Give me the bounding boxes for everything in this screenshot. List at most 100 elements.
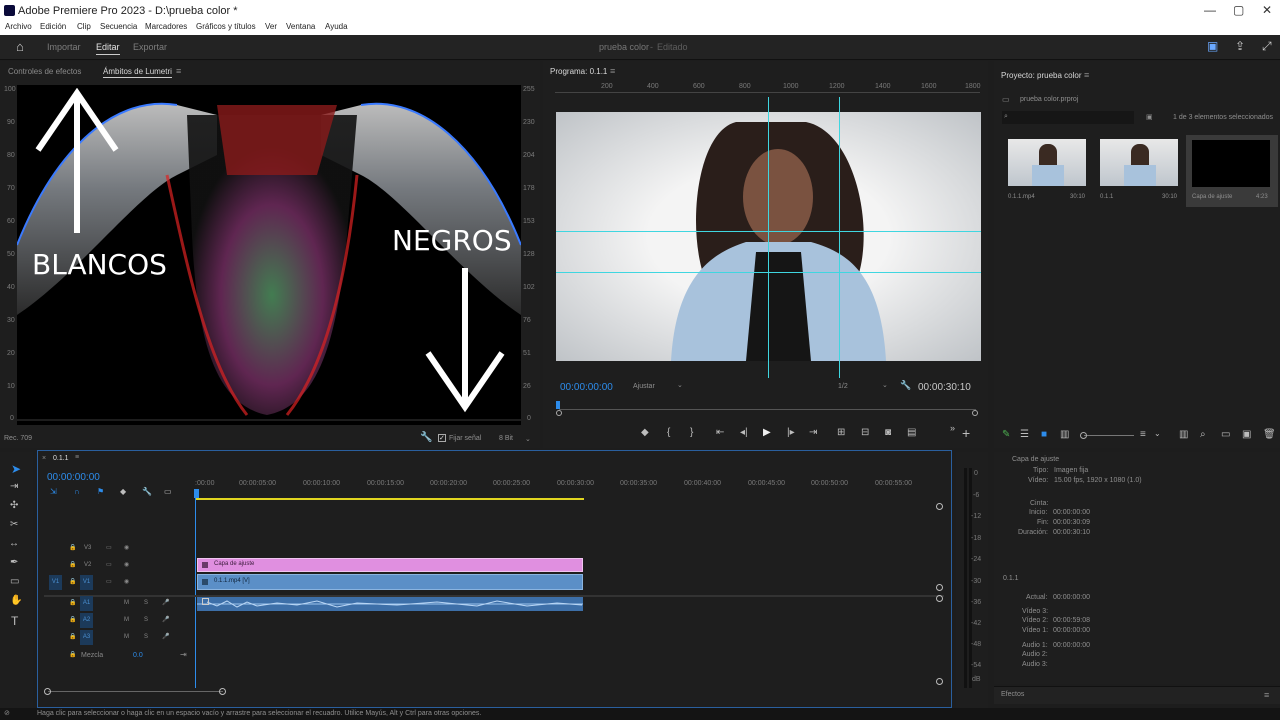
compare-icon[interactable]: ▤: [907, 427, 916, 438]
scroll-handle[interactable]: [936, 678, 943, 685]
mute-button[interactable]: M: [124, 600, 129, 606]
effects-tab[interactable]: Efectos: [1001, 691, 1024, 698]
solo-button[interactable]: S: [144, 617, 148, 623]
linked-selection-icon[interactable]: ⚑: [97, 487, 104, 496]
add-marker-icon[interactable]: ◆: [641, 427, 649, 438]
track-target-a2[interactable]: A2: [80, 613, 93, 628]
share-icon[interactable]: ⇪: [1235, 39, 1245, 53]
clip-video[interactable]: 0.1.1.mp4 [V]: [197, 574, 583, 590]
wrench-icon[interactable]: 🔧: [420, 432, 432, 443]
clip-adjustment-layer[interactable]: Capa de ajuste: [197, 558, 583, 572]
zoom-slider-handle[interactable]: [1080, 432, 1087, 439]
trash-icon[interactable]: 🗑: [1263, 429, 1276, 440]
vertical-guide[interactable]: [768, 112, 769, 361]
panel-menu-icon[interactable]: ≡: [176, 66, 181, 76]
menu-marcadores[interactable]: Marcadores: [145, 22, 187, 31]
clip-audio[interactable]: [197, 597, 583, 611]
ripple-edit-tool-icon[interactable]: ✣: [10, 500, 18, 511]
track-target-a3[interactable]: A3: [80, 630, 93, 645]
go-to-out-icon[interactable]: ⇥: [809, 427, 817, 438]
zoom-slider[interactable]: [1084, 435, 1134, 436]
minimize-button[interactable]: —: [1204, 3, 1216, 17]
timeline-playhead-line[interactable]: [195, 498, 196, 688]
close-sequence-icon[interactable]: ×: [42, 455, 46, 462]
menu-archivo[interactable]: Archivo: [5, 22, 32, 31]
camera-icon[interactable]: ◙: [885, 427, 891, 438]
automate-icon[interactable]: ▥: [1179, 429, 1188, 440]
scroll-handle-left[interactable]: [44, 688, 51, 695]
vertical-guide-2[interactable]: [839, 97, 840, 378]
icon-view-icon[interactable]: ■: [1041, 429, 1047, 440]
menu-ver[interactable]: Ver: [265, 22, 277, 31]
timeline-playhead-handle[interactable]: [194, 489, 199, 498]
resolution-select[interactable]: 1/2: [838, 383, 848, 390]
menu-ventana[interactable]: Ventana: [286, 22, 315, 31]
work-area-bar[interactable]: [196, 498, 584, 500]
chevron-down-icon[interactable]: ⌄: [677, 381, 683, 389]
project-menu-icon[interactable]: ≡: [1084, 70, 1089, 80]
tab-editar[interactable]: Editar: [96, 42, 120, 55]
mute-button[interactable]: M: [124, 617, 129, 623]
eye-icon[interactable]: ◉: [124, 544, 129, 551]
scroll-handle-right[interactable]: [972, 410, 978, 416]
menu-secuencia[interactable]: Secuencia: [100, 22, 137, 31]
snap-icon[interactable]: ∩: [74, 487, 80, 496]
sync-icon[interactable]: ▭: [106, 578, 112, 585]
tab-effect-controls[interactable]: Controles de efectos: [8, 67, 81, 76]
sync-icon[interactable]: ▭: [106, 561, 112, 568]
lock-signal-checkbox[interactable]: ✓: [438, 434, 446, 442]
lock-icon[interactable]: 🔒: [69, 561, 76, 568]
chevron-down-icon[interactable]: ⌄: [525, 435, 531, 443]
tab-exportar[interactable]: Exportar: [133, 42, 167, 52]
source-patch-v1[interactable]: V1: [49, 575, 62, 590]
track-target-v1[interactable]: V1: [80, 575, 93, 590]
list-view-icon[interactable]: ☰: [1020, 429, 1029, 440]
project-item-thumb[interactable]: [1008, 139, 1086, 186]
maximize-button[interactable]: ▢: [1233, 3, 1244, 17]
mute-button[interactable]: M: [124, 634, 129, 640]
find-icon[interactable]: ⌕: [1200, 429, 1206, 440]
program-timecode[interactable]: 00:00:00:00: [560, 382, 613, 393]
scroll-handle-left[interactable]: [556, 410, 562, 416]
effects-panel-header[interactable]: Efectos ≡: [994, 686, 1280, 704]
timeline-zoom-scrollbar[interactable]: [48, 691, 223, 692]
menu-edicion[interactable]: Edición: [40, 22, 66, 31]
home-icon[interactable]: ⌂: [16, 39, 24, 54]
slip-tool-icon[interactable]: ↔: [9, 538, 19, 549]
new-bin-icon[interactable]: ▣: [1146, 113, 1153, 121]
project-item-thumb[interactable]: [1100, 139, 1178, 186]
track-select-tool-icon[interactable]: ⇥: [10, 481, 18, 492]
rectangle-tool-icon[interactable]: ▭: [10, 576, 19, 587]
go-to-end-icon[interactable]: ⇥: [180, 650, 187, 659]
menu-graficos[interactable]: Gráficos y títulos: [196, 22, 256, 31]
tab-lumetri-scopes[interactable]: Ámbitos de Lumetri: [103, 67, 172, 78]
mic-icon[interactable]: 🎤: [162, 633, 169, 640]
timeline-timecode[interactable]: 00:00:00:00: [47, 472, 100, 483]
solo-button[interactable]: S: [144, 634, 148, 640]
pen-tool-icon[interactable]: ✒: [10, 557, 18, 568]
timeline-ruler[interactable]: :00:00 00:00:05:00 00:00:10:00 00:00:15:…: [195, 478, 940, 492]
fullscreen-icon[interactable]: ⤢: [1262, 39, 1272, 54]
chevron-down-icon[interactable]: ⌄: [882, 381, 888, 389]
solo-button[interactable]: S: [144, 600, 148, 606]
step-forward-icon[interactable]: |▸: [787, 427, 795, 438]
new-item-icon[interactable]: ▣: [1242, 429, 1251, 440]
sequence-menu-icon[interactable]: ≡: [75, 454, 79, 461]
scroll-handle-right[interactable]: [219, 688, 226, 695]
hand-tool-icon[interactable]: ✋: [10, 595, 22, 606]
overflow-icon[interactable]: »: [950, 423, 955, 433]
fit-select[interactable]: Ajustar: [633, 383, 655, 390]
type-tool-icon[interactable]: T: [11, 614, 18, 628]
project-search-input[interactable]: ⌕: [1002, 111, 1134, 124]
pencil-icon[interactable]: ✎: [1002, 429, 1010, 440]
sort-icon[interactable]: ≡: [1140, 429, 1146, 440]
bin-icon[interactable]: ▭: [1221, 429, 1230, 440]
lift-icon[interactable]: ⊞: [837, 427, 845, 438]
lock-icon[interactable]: 🔒: [69, 633, 76, 640]
project-item-selected[interactable]: Capa de ajuste 4:23: [1186, 135, 1278, 207]
lock-icon[interactable]: 🔒: [69, 578, 76, 585]
wrench-icon[interactable]: 🔧: [142, 487, 152, 496]
eye-icon[interactable]: ◉: [124, 578, 129, 585]
eye-icon[interactable]: ◉: [124, 561, 129, 568]
program-playhead[interactable]: [556, 401, 560, 409]
